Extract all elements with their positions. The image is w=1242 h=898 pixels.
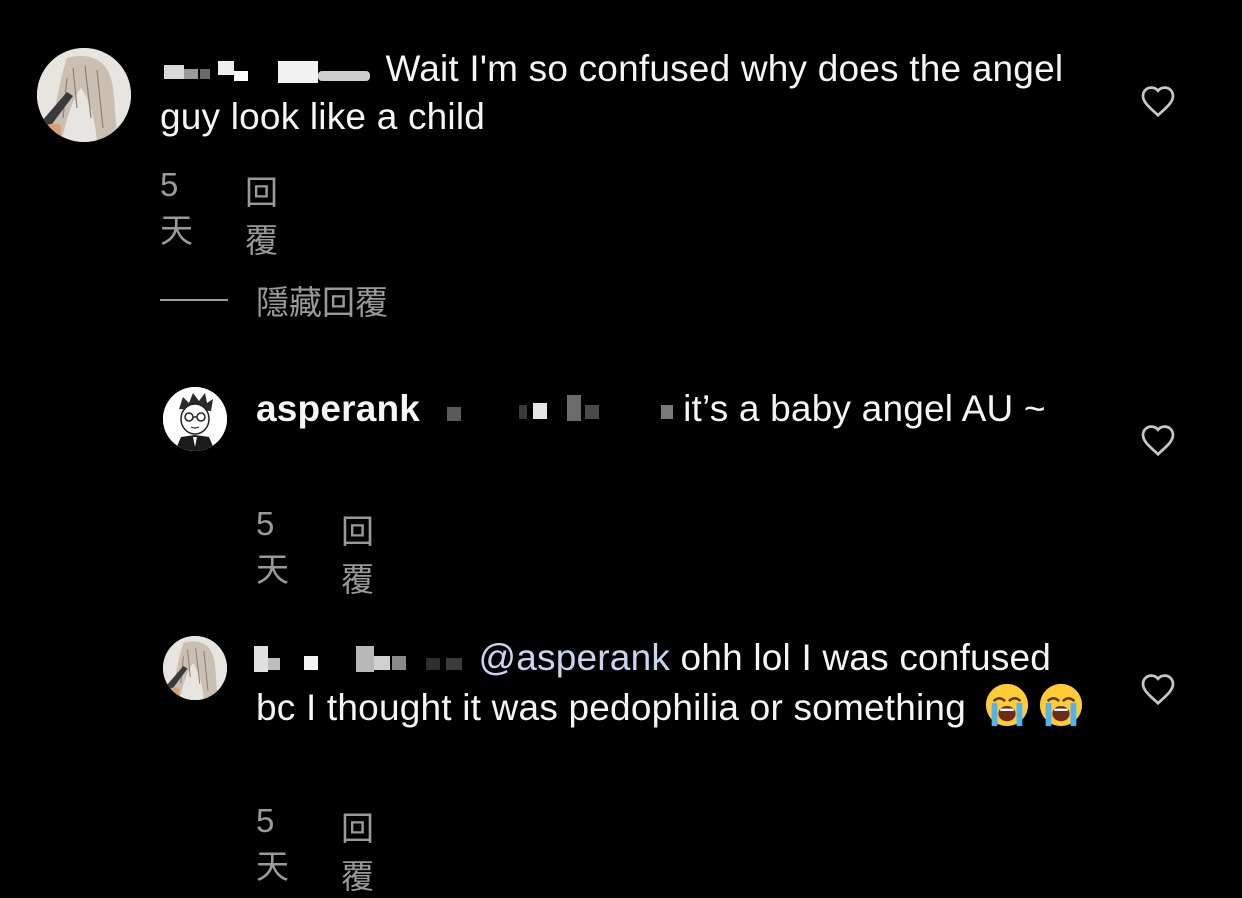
hide-replies-label: 隱藏回覆 <box>256 284 388 321</box>
comment-text: asperank it’s a baby angel AU ~ <box>256 385 1076 433</box>
reply-button[interactable]: 回覆 <box>341 505 374 601</box>
timestamp: 5天 <box>160 166 193 249</box>
heart-icon[interactable] <box>1140 84 1176 118</box>
avatar[interactable] <box>37 48 131 142</box>
hide-replies-button[interactable]: 隱藏回覆 <box>160 276 388 324</box>
divider-line <box>160 299 228 301</box>
comment-body: it’s a baby angel AU ~ <box>683 388 1046 429</box>
timestamp: 5天 <box>256 505 289 588</box>
comment-meta: 5天 回覆 <box>160 166 278 262</box>
mention-link[interactable]: @asperank <box>478 637 670 678</box>
heart-icon[interactable] <box>1140 672 1176 706</box>
blurred-username <box>254 646 468 672</box>
comment-text: Wait I'm so confused why does the angel … <box>160 45 1120 141</box>
comment-body-line1: ohh lol I was <box>680 637 889 678</box>
comment-text: @asperank ohh lol I was confused bc I th… <box>254 634 1096 732</box>
blurred-username <box>160 59 375 83</box>
comment-meta: 5天 回覆 <box>256 802 374 898</box>
reply-button[interactable]: 回覆 <box>341 802 374 898</box>
username[interactable]: asperank <box>256 388 420 429</box>
blurred-tag <box>437 395 673 423</box>
heart-icon[interactable] <box>1140 423 1176 457</box>
reply-button[interactable]: 回覆 <box>245 166 278 262</box>
avatar[interactable] <box>163 387 227 451</box>
avatar[interactable] <box>163 636 227 700</box>
comment-meta: 5天 回覆 <box>256 505 374 601</box>
timestamp: 5天 <box>256 802 289 885</box>
loudly-crying-face-emoji <box>986 683 1029 727</box>
loudly-crying-face-emoji <box>1040 683 1083 727</box>
